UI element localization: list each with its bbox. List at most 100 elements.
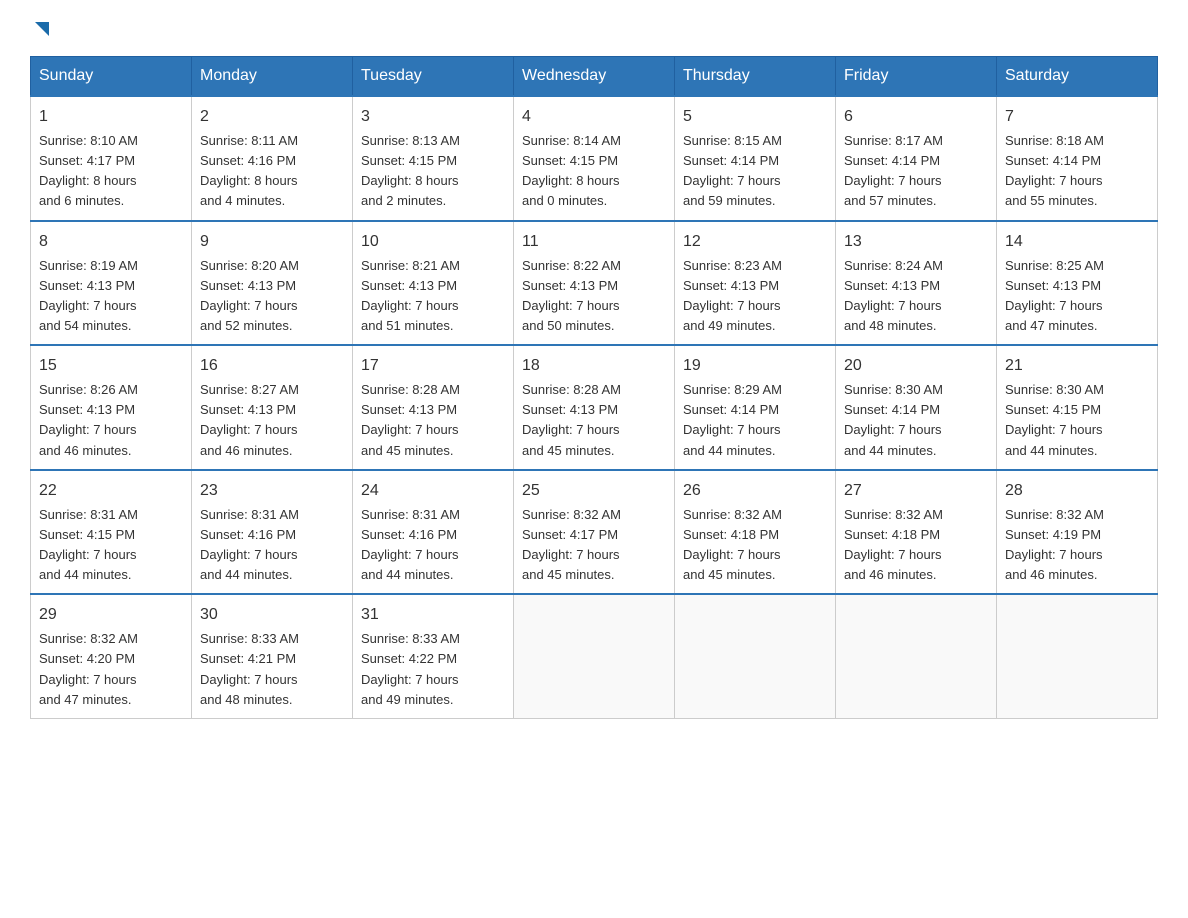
day-number: 17 — [361, 354, 505, 378]
day-number: 24 — [361, 479, 505, 503]
day-info: Sunrise: 8:24 AMSunset: 4:13 PMDaylight:… — [844, 256, 988, 337]
calendar-cell: 8Sunrise: 8:19 AMSunset: 4:13 PMDaylight… — [31, 221, 192, 346]
week-row-3: 15Sunrise: 8:26 AMSunset: 4:13 PMDayligh… — [31, 345, 1158, 470]
day-info: Sunrise: 8:33 AMSunset: 4:22 PMDaylight:… — [361, 629, 505, 710]
calendar-cell — [675, 594, 836, 718]
week-row-2: 8Sunrise: 8:19 AMSunset: 4:13 PMDaylight… — [31, 221, 1158, 346]
day-number: 25 — [522, 479, 666, 503]
day-info: Sunrise: 8:32 AMSunset: 4:20 PMDaylight:… — [39, 629, 183, 710]
week-row-1: 1Sunrise: 8:10 AMSunset: 4:17 PMDaylight… — [31, 96, 1158, 221]
calendar-cell — [836, 594, 997, 718]
calendar-cell: 19Sunrise: 8:29 AMSunset: 4:14 PMDayligh… — [675, 345, 836, 470]
day-info: Sunrise: 8:32 AMSunset: 4:17 PMDaylight:… — [522, 505, 666, 586]
calendar-cell: 7Sunrise: 8:18 AMSunset: 4:14 PMDaylight… — [997, 96, 1158, 221]
calendar-cell: 12Sunrise: 8:23 AMSunset: 4:13 PMDayligh… — [675, 221, 836, 346]
day-info: Sunrise: 8:30 AMSunset: 4:14 PMDaylight:… — [844, 380, 988, 461]
day-info: Sunrise: 8:21 AMSunset: 4:13 PMDaylight:… — [361, 256, 505, 337]
day-number: 1 — [39, 105, 183, 129]
day-number: 30 — [200, 603, 344, 627]
day-number: 14 — [1005, 230, 1149, 254]
day-info: Sunrise: 8:20 AMSunset: 4:13 PMDaylight:… — [200, 256, 344, 337]
calendar-cell: 17Sunrise: 8:28 AMSunset: 4:13 PMDayligh… — [353, 345, 514, 470]
week-row-5: 29Sunrise: 8:32 AMSunset: 4:20 PMDayligh… — [31, 594, 1158, 718]
weekday-header-thursday: Thursday — [675, 57, 836, 97]
day-number: 31 — [361, 603, 505, 627]
calendar-cell: 16Sunrise: 8:27 AMSunset: 4:13 PMDayligh… — [192, 345, 353, 470]
day-info: Sunrise: 8:25 AMSunset: 4:13 PMDaylight:… — [1005, 256, 1149, 337]
weekday-header-tuesday: Tuesday — [353, 57, 514, 97]
calendar-cell: 27Sunrise: 8:32 AMSunset: 4:18 PMDayligh… — [836, 470, 997, 595]
calendar-cell: 3Sunrise: 8:13 AMSunset: 4:15 PMDaylight… — [353, 96, 514, 221]
calendar-cell: 24Sunrise: 8:31 AMSunset: 4:16 PMDayligh… — [353, 470, 514, 595]
day-info: Sunrise: 8:31 AMSunset: 4:16 PMDaylight:… — [200, 505, 344, 586]
page-header — [30, 20, 1158, 36]
calendar-table: SundayMondayTuesdayWednesdayThursdayFrid… — [30, 56, 1158, 719]
day-number: 11 — [522, 230, 666, 254]
day-info: Sunrise: 8:30 AMSunset: 4:15 PMDaylight:… — [1005, 380, 1149, 461]
day-number: 26 — [683, 479, 827, 503]
calendar-cell: 26Sunrise: 8:32 AMSunset: 4:18 PMDayligh… — [675, 470, 836, 595]
day-number: 18 — [522, 354, 666, 378]
day-number: 23 — [200, 479, 344, 503]
day-info: Sunrise: 8:32 AMSunset: 4:18 PMDaylight:… — [844, 505, 988, 586]
calendar-cell — [997, 594, 1158, 718]
day-number: 3 — [361, 105, 505, 129]
day-info: Sunrise: 8:17 AMSunset: 4:14 PMDaylight:… — [844, 131, 988, 212]
weekday-header-saturday: Saturday — [997, 57, 1158, 97]
calendar-cell: 21Sunrise: 8:30 AMSunset: 4:15 PMDayligh… — [997, 345, 1158, 470]
day-number: 2 — [200, 105, 344, 129]
calendar-cell: 11Sunrise: 8:22 AMSunset: 4:13 PMDayligh… — [514, 221, 675, 346]
day-info: Sunrise: 8:19 AMSunset: 4:13 PMDaylight:… — [39, 256, 183, 337]
calendar-cell: 2Sunrise: 8:11 AMSunset: 4:16 PMDaylight… — [192, 96, 353, 221]
calendar-cell: 9Sunrise: 8:20 AMSunset: 4:13 PMDaylight… — [192, 221, 353, 346]
calendar-cell: 25Sunrise: 8:32 AMSunset: 4:17 PMDayligh… — [514, 470, 675, 595]
logo-arrow-icon — [31, 18, 53, 40]
day-info: Sunrise: 8:23 AMSunset: 4:13 PMDaylight:… — [683, 256, 827, 337]
day-number: 22 — [39, 479, 183, 503]
calendar-cell: 10Sunrise: 8:21 AMSunset: 4:13 PMDayligh… — [353, 221, 514, 346]
day-info: Sunrise: 8:26 AMSunset: 4:13 PMDaylight:… — [39, 380, 183, 461]
day-info: Sunrise: 8:28 AMSunset: 4:13 PMDaylight:… — [361, 380, 505, 461]
weekday-header-friday: Friday — [836, 57, 997, 97]
day-info: Sunrise: 8:33 AMSunset: 4:21 PMDaylight:… — [200, 629, 344, 710]
weekday-header-row: SundayMondayTuesdayWednesdayThursdayFrid… — [31, 57, 1158, 97]
day-number: 5 — [683, 105, 827, 129]
calendar-cell: 18Sunrise: 8:28 AMSunset: 4:13 PMDayligh… — [514, 345, 675, 470]
day-info: Sunrise: 8:18 AMSunset: 4:14 PMDaylight:… — [1005, 131, 1149, 212]
day-info: Sunrise: 8:15 AMSunset: 4:14 PMDaylight:… — [683, 131, 827, 212]
day-info: Sunrise: 8:13 AMSunset: 4:15 PMDaylight:… — [361, 131, 505, 212]
calendar-cell: 6Sunrise: 8:17 AMSunset: 4:14 PMDaylight… — [836, 96, 997, 221]
day-info: Sunrise: 8:11 AMSunset: 4:16 PMDaylight:… — [200, 131, 344, 212]
weekday-header-monday: Monday — [192, 57, 353, 97]
day-info: Sunrise: 8:32 AMSunset: 4:19 PMDaylight:… — [1005, 505, 1149, 586]
calendar-cell: 15Sunrise: 8:26 AMSunset: 4:13 PMDayligh… — [31, 345, 192, 470]
day-number: 28 — [1005, 479, 1149, 503]
calendar-cell: 29Sunrise: 8:32 AMSunset: 4:20 PMDayligh… — [31, 594, 192, 718]
calendar-cell: 5Sunrise: 8:15 AMSunset: 4:14 PMDaylight… — [675, 96, 836, 221]
week-row-4: 22Sunrise: 8:31 AMSunset: 4:15 PMDayligh… — [31, 470, 1158, 595]
day-info: Sunrise: 8:28 AMSunset: 4:13 PMDaylight:… — [522, 380, 666, 461]
day-info: Sunrise: 8:10 AMSunset: 4:17 PMDaylight:… — [39, 131, 183, 212]
calendar-cell: 31Sunrise: 8:33 AMSunset: 4:22 PMDayligh… — [353, 594, 514, 718]
calendar-cell: 13Sunrise: 8:24 AMSunset: 4:13 PMDayligh… — [836, 221, 997, 346]
day-number: 16 — [200, 354, 344, 378]
day-info: Sunrise: 8:31 AMSunset: 4:16 PMDaylight:… — [361, 505, 505, 586]
day-number: 21 — [1005, 354, 1149, 378]
logo — [30, 20, 53, 36]
calendar-cell — [514, 594, 675, 718]
day-number: 10 — [361, 230, 505, 254]
calendar-cell: 30Sunrise: 8:33 AMSunset: 4:21 PMDayligh… — [192, 594, 353, 718]
day-number: 15 — [39, 354, 183, 378]
calendar-cell: 1Sunrise: 8:10 AMSunset: 4:17 PMDaylight… — [31, 96, 192, 221]
calendar-cell: 28Sunrise: 8:32 AMSunset: 4:19 PMDayligh… — [997, 470, 1158, 595]
day-number: 12 — [683, 230, 827, 254]
day-number: 8 — [39, 230, 183, 254]
day-info: Sunrise: 8:29 AMSunset: 4:14 PMDaylight:… — [683, 380, 827, 461]
day-info: Sunrise: 8:31 AMSunset: 4:15 PMDaylight:… — [39, 505, 183, 586]
weekday-header-sunday: Sunday — [31, 57, 192, 97]
day-number: 13 — [844, 230, 988, 254]
day-info: Sunrise: 8:14 AMSunset: 4:15 PMDaylight:… — [522, 131, 666, 212]
calendar-cell: 20Sunrise: 8:30 AMSunset: 4:14 PMDayligh… — [836, 345, 997, 470]
day-number: 4 — [522, 105, 666, 129]
day-number: 29 — [39, 603, 183, 627]
